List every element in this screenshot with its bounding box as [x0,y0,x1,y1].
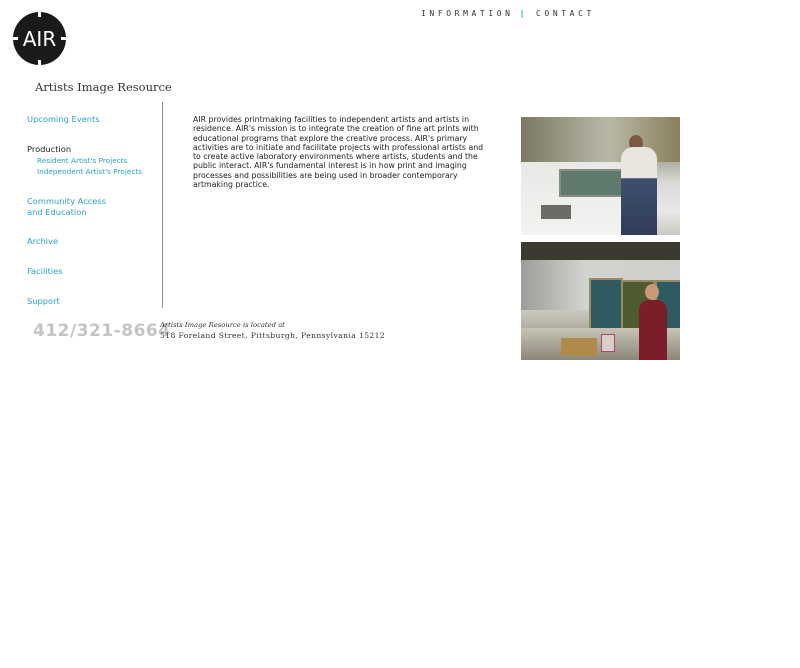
logo-tick-left [13,37,18,40]
sidebar-item-community-education[interactable]: and Education [27,207,87,218]
information-link[interactable]: information [421,9,514,18]
photo1-screen [559,169,627,197]
logo-tick-right [61,37,66,40]
sidebar-item-archive[interactable]: Archive [27,236,58,247]
air-logo[interactable]: AIR [13,12,66,65]
gallery-prints-photo [521,242,680,360]
top-navigation: information | contact [421,9,595,18]
photo2-can [601,334,615,352]
contact-link[interactable]: contact [536,9,595,18]
photo2-box [561,338,597,356]
organization-name: Artists Image Resource [35,80,172,94]
photo1-person [621,147,657,235]
photo2-person-head [645,284,659,300]
location-label: Artists Image Resource is located at [160,321,285,329]
nav-separator: | [519,9,529,18]
street-address: 518 Foreland Street, Pittsburgh, Pennsyl… [160,331,386,340]
logo-tick-top [38,12,41,17]
photo2-print-1 [589,278,623,334]
sidebar-item-production[interactable]: Production [27,144,71,155]
logo-text: AIR [22,26,57,51]
logo-tick-bottom [38,60,41,65]
photo2-ceiling [521,242,680,260]
intro-paragraph: AIR provides printmaking facilities to i… [193,115,484,190]
sidebar-subitem-independent-projects[interactable]: Independent Artist's Projects [37,166,142,177]
sidebar-subitem-resident-projects[interactable]: Resident Artist's Projects [37,155,127,166]
sidebar-item-support[interactable]: Support [27,296,60,307]
photo2-person [639,300,667,360]
sidebar-item-upcoming-events[interactable]: Upcoming Events [27,114,100,125]
sidebar-item-facilities[interactable]: Facilities [27,266,63,277]
sidebar-item-community-access[interactable]: Community Access [27,196,106,207]
sidebar-divider [162,102,163,308]
photo1-tools [541,205,571,219]
printmaking-studio-photo [521,117,680,235]
phone-number: 412/321-8664 [33,321,171,341]
